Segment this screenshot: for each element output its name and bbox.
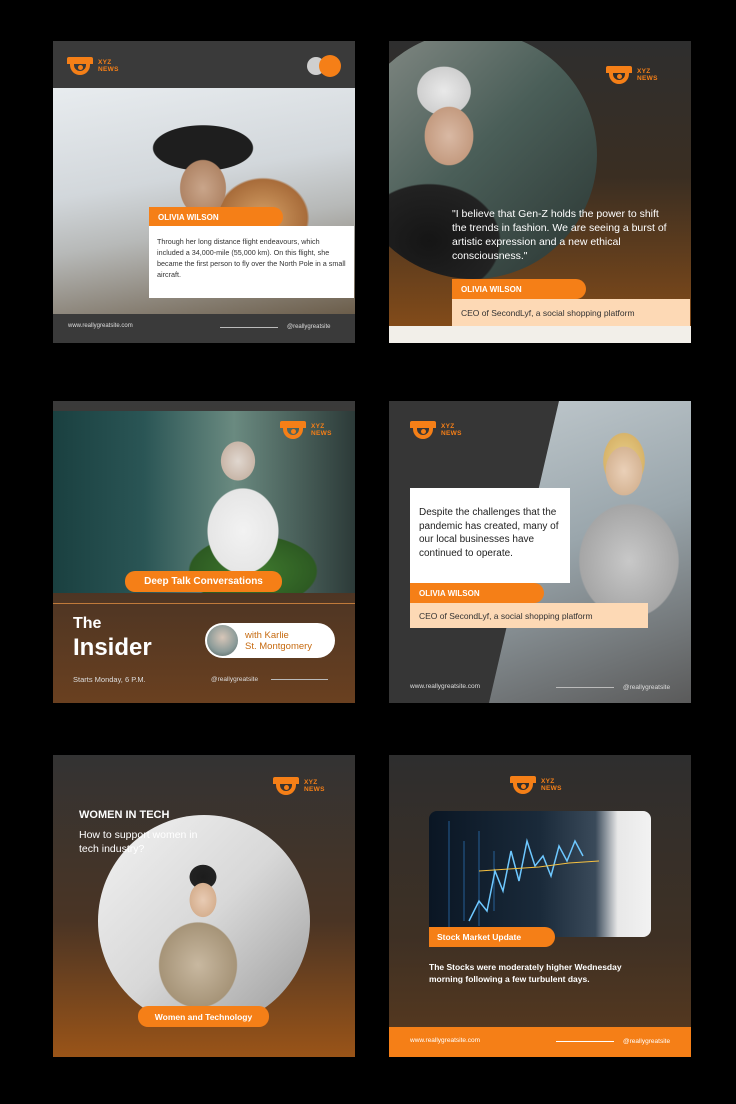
post-card-business[interactable]: XYZ NEWS Despite the challenges that the … <box>389 401 691 703</box>
stock-line-graphic <box>448 821 600 931</box>
xyz-news-logo: XYZ NEWS <box>280 421 332 439</box>
topic-banner: Women and Technology <box>138 1006 269 1027</box>
divider <box>271 679 328 680</box>
logo-icon <box>67 57 93 75</box>
social-handle[interactable]: @reallygreatsite <box>287 324 330 330</box>
logo-text-news: NEWS <box>304 786 325 793</box>
social-handle[interactable]: @reallygreatsite <box>623 684 670 691</box>
guest-avatar <box>207 625 238 656</box>
show-title-line2: Insider <box>73 634 152 661</box>
logo-icon <box>510 776 536 794</box>
xyz-news-logo: XYZ NEWS <box>510 776 562 794</box>
post-card-women-tech[interactable]: XYZ NEWS WOMEN IN TECH How to support wom… <box>53 755 355 1057</box>
website-link[interactable]: www.reallygreatsite.com <box>410 683 480 690</box>
logo-text-news: NEWS <box>98 66 119 73</box>
logo-text-xyz: XYZ <box>98 59 112 66</box>
website-link[interactable]: www.reallygreatsite.com <box>68 323 133 329</box>
quote-text: "I believe that Gen-Z holds the power to… <box>452 208 667 262</box>
logo-icon <box>273 777 299 795</box>
post-card-quote[interactable]: XYZ NEWS "I believe that Gen-Z holds the … <box>389 41 691 343</box>
show-banner: Deep Talk Conversations <box>125 571 282 592</box>
logo-text-news: NEWS <box>541 785 562 792</box>
statement-text: Despite the challenges that the pandemic… <box>410 488 570 583</box>
xyz-news-logo: XYZ NEWS <box>273 777 325 795</box>
logo-text-xyz: XYZ <box>441 423 455 430</box>
divider <box>556 1041 614 1042</box>
role-text: CEO of SecondLyf, a social shopping plat… <box>410 603 648 628</box>
guest-pill: with Karlie St. Montgomery <box>205 623 335 658</box>
logo-text-xyz: XYZ <box>541 778 555 785</box>
logo-icon <box>606 66 632 84</box>
name-label: OLIVIA WILSON <box>149 207 283 227</box>
website-link[interactable]: www.reallygreatsite.com <box>410 1037 480 1044</box>
role-text: CEO of SecondLyf, a social shopping plat… <box>452 299 690 326</box>
logo-text-news: NEWS <box>637 75 658 82</box>
logo-text-xyz: XYZ <box>637 68 651 75</box>
social-handle[interactable]: @reallygreatsite <box>623 1038 670 1045</box>
post-card-podcast[interactable]: XYZ NEWS Deep Talk Conversations The Insi… <box>53 401 355 703</box>
post-card-stocks[interactable]: XYZ NEWS Stock Market Update The Stocks w… <box>389 755 691 1057</box>
story-text: Through her long distance flight endeavo… <box>149 226 354 298</box>
name-label: OLIVIA WILSON <box>410 583 544 603</box>
name-label: OLIVIA WILSON <box>452 279 586 299</box>
logo-text-xyz: XYZ <box>304 779 318 786</box>
xyz-news-logo: XYZ NEWS <box>410 421 462 439</box>
divider <box>556 687 614 688</box>
divider <box>220 327 278 328</box>
logo-icon <box>410 421 436 439</box>
section-heading: WOMEN IN TECH <box>79 809 170 821</box>
schedule-text: Starts Monday, 6 P.M. <box>73 675 146 684</box>
logo-icon <box>280 421 306 439</box>
guest-line2: St. Montgomery <box>245 641 313 652</box>
topic-banner: Stock Market Update <box>429 927 555 947</box>
photo-strip <box>389 326 691 343</box>
social-handle[interactable]: @reallygreatsite <box>211 676 258 683</box>
xyz-news-logo: XYZ NEWS <box>606 66 658 84</box>
news-text: The Stocks were moderately higher Wednes… <box>429 962 622 984</box>
post-card-flight[interactable]: XYZ NEWS OLIVIA WILSON Through her long d… <box>53 41 355 343</box>
show-title-line1: The <box>73 615 102 632</box>
logo-text-xyz: XYZ <box>311 423 325 430</box>
circles-icon <box>307 55 341 77</box>
xyz-news-logo: XYZ NEWS <box>67 57 119 75</box>
stock-chart-photo <box>429 811 651 937</box>
logo-text-news: NEWS <box>311 430 332 437</box>
logo-text-news: NEWS <box>441 430 462 437</box>
guest-line1: with Karlie <box>245 630 289 641</box>
divider <box>53 603 355 604</box>
question-text: How to support women in tech industry? <box>79 829 198 855</box>
